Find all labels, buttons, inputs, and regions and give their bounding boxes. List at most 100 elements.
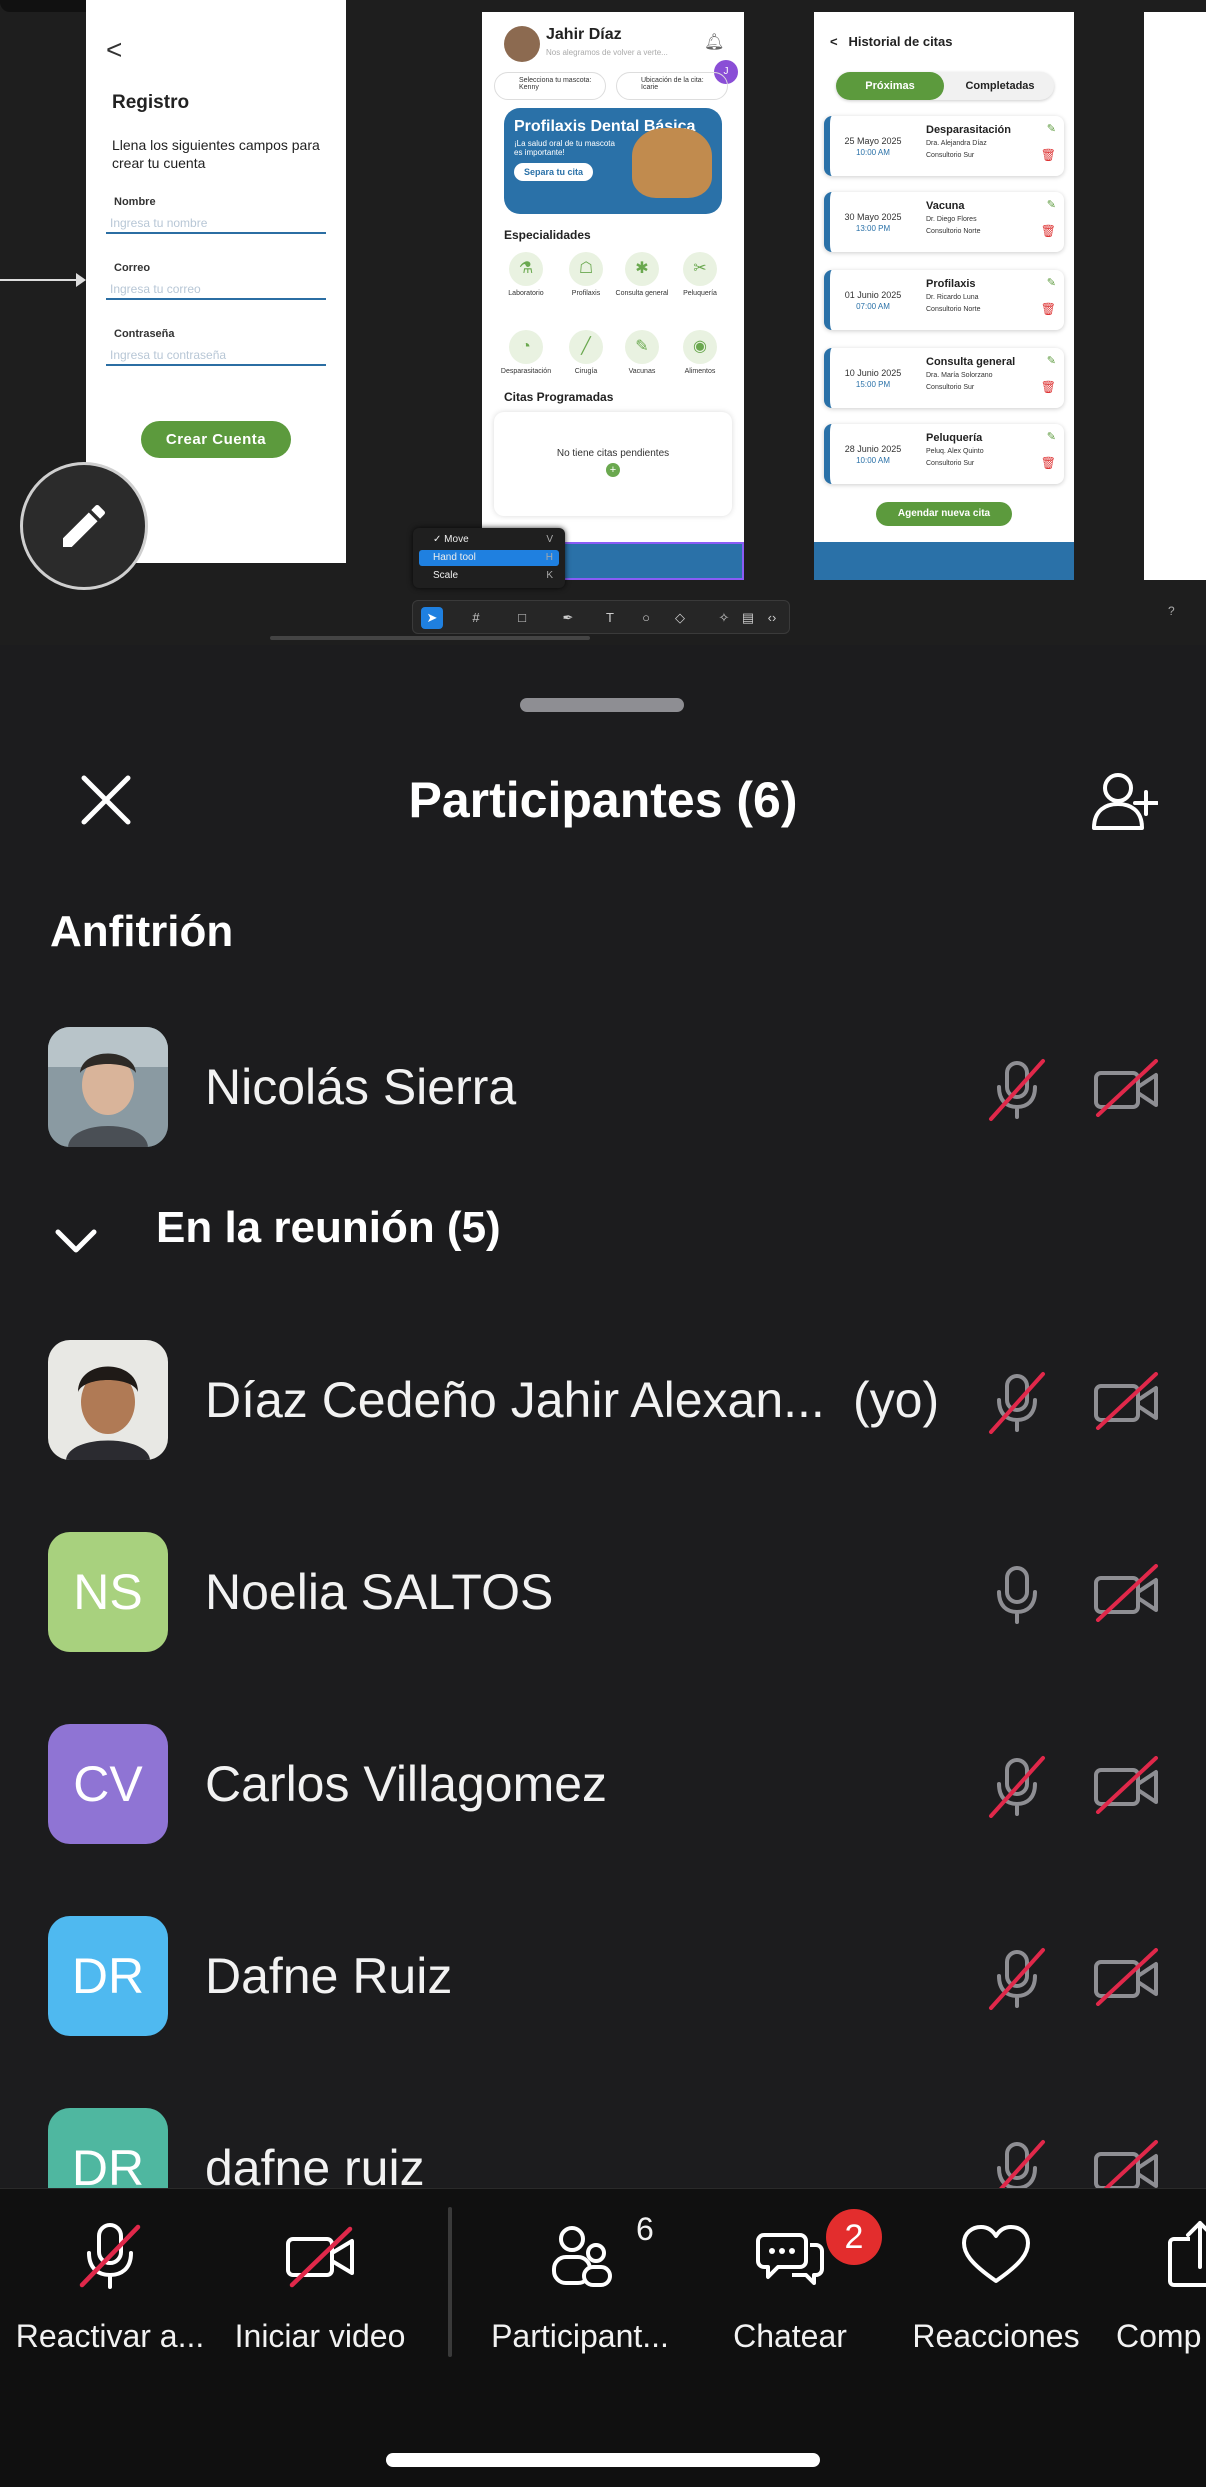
tool-label: Scale bbox=[433, 570, 459, 581]
appointment-date: 28 Junio 2025 bbox=[844, 444, 902, 454]
dog-image bbox=[632, 128, 712, 198]
appointment-place: Consultorio Sur bbox=[926, 152, 975, 159]
trash-icon: 🗑︎ bbox=[1040, 456, 1056, 470]
home-user-name: Jahir Díaz bbox=[546, 26, 622, 43]
prototype-arrow bbox=[0, 279, 82, 281]
specialty-peluqueria: ✂ Peluquería bbox=[672, 252, 728, 297]
avatar-initials: NS bbox=[73, 1564, 143, 1620]
tool-hand: Hand tool H bbox=[419, 550, 559, 566]
toolbar-label: Comp bbox=[1116, 2318, 1202, 2354]
meeting-section-label[interactable]: En la reunión (5) bbox=[156, 1202, 501, 1254]
specialty-label: Vacunas bbox=[628, 368, 656, 375]
appointment-doctor: Dra. Alejandra Díaz bbox=[926, 140, 987, 147]
trash-icon: 🗑︎ bbox=[1040, 302, 1056, 316]
bell-icon: 🔔︎ bbox=[704, 34, 725, 51]
avatar-initials: DR bbox=[71, 2140, 145, 2188]
annotate-pencil-button[interactable] bbox=[20, 462, 148, 590]
participant-row-host[interactable]: Nicolás Sierra bbox=[0, 1027, 1206, 1147]
scheduled-title: Citas Programadas bbox=[504, 390, 614, 404]
tool-label: Hand tool bbox=[433, 552, 476, 563]
pet-select: Selecciona tu mascota: Kenny bbox=[494, 72, 606, 100]
chevron-down-icon[interactable] bbox=[54, 1226, 98, 1256]
specialty-label: Alimentos bbox=[684, 368, 716, 375]
video-off-icon bbox=[1094, 1564, 1158, 1622]
pen-tool-icon: ✒ bbox=[562, 610, 574, 625]
appointment-time: 13:00 PM bbox=[855, 224, 891, 233]
participant-row[interactable]: NS Noelia SALTOS bbox=[0, 1532, 1206, 1652]
participant-name: Noelia SALTOS bbox=[205, 1564, 554, 1620]
participants-count: 6 bbox=[636, 2211, 654, 2247]
tool-menu: ✓ Move V Hand tool H Scale K bbox=[413, 528, 565, 588]
specialty-profilaxis: ☖ Profilaxis bbox=[558, 252, 614, 297]
reactions-button[interactable]: Reacciones bbox=[896, 2219, 1096, 2359]
edit-icon: ✎ bbox=[1046, 123, 1056, 135]
video-off-icon bbox=[1094, 1756, 1158, 1814]
separa-cita-button: Separa tu cita bbox=[514, 163, 594, 181]
video-off-icon bbox=[1094, 2140, 1158, 2188]
specialties-title: Especialidades bbox=[504, 228, 591, 242]
participant-row-self[interactable]: Díaz Cedeño Jahir Alexan... (yo) bbox=[0, 1340, 1206, 1460]
toolbar-divider bbox=[448, 2207, 452, 2357]
participant-name: Dafne Ruiz bbox=[205, 1948, 453, 2004]
help-icon: ? bbox=[1168, 604, 1175, 618]
start-video-button[interactable]: Iniciar video bbox=[220, 2219, 420, 2359]
tab-completadas: Completadas bbox=[965, 80, 1035, 92]
mic-icon bbox=[997, 1566, 1037, 1624]
syringe-icon: ✎ bbox=[625, 330, 659, 364]
tool-key: H bbox=[545, 552, 553, 563]
participant-row[interactable]: CV Carlos Villagomez bbox=[0, 1724, 1206, 1844]
appointment-card: 30 Mayo 2025 13:00 PM Vacuna Dr. Diego Fl… bbox=[824, 192, 1064, 252]
appointment-place: Consultorio Sur bbox=[926, 384, 975, 391]
mic-muted-icon bbox=[989, 1948, 1045, 2010]
share-button[interactable]: Comp bbox=[1116, 2219, 1206, 2359]
specialty-label: Laboratorio bbox=[508, 290, 544, 297]
participant-row[interactable]: DR Dafne Ruiz bbox=[0, 1916, 1206, 2036]
participant-name: Carlos Villagomez bbox=[205, 1756, 608, 1812]
avatar-initials: CV bbox=[73, 1756, 143, 1812]
shape-tool-icon: □ bbox=[518, 610, 526, 625]
shared-screen: < Registro Llena los siguientes campos p… bbox=[0, 0, 1206, 645]
appointment-name: Vacuna bbox=[926, 200, 965, 212]
comb-icon: ✂ bbox=[683, 252, 717, 286]
paw-icon: ✱ bbox=[625, 252, 659, 286]
specialty-label: Peluquería bbox=[683, 290, 717, 297]
home-user-subtitle: Nos alegramos de volver a verte... bbox=[546, 48, 668, 57]
participant-name: Nicolás Sierra bbox=[205, 1059, 517, 1115]
appointment-card: 28 Junio 2025 10:00 AM Peluquería Peluq. … bbox=[824, 424, 1064, 484]
heart-icon bbox=[962, 2225, 1030, 2283]
meeting-toolbar: Reactivar a... Iniciar video Participant… bbox=[0, 2188, 1206, 2487]
toolbar-label: Participant... bbox=[491, 2318, 669, 2354]
edit-icon: ✎ bbox=[1046, 199, 1056, 211]
tool-key: V bbox=[546, 534, 553, 545]
specialty-label: Consulta general bbox=[615, 290, 669, 297]
avatar-initials: DR bbox=[71, 1948, 145, 2004]
specialty-label: Profilaxis bbox=[571, 290, 601, 297]
text-tool-icon: T bbox=[606, 610, 614, 625]
pencil-icon bbox=[63, 504, 106, 547]
appointment-place: Consultorio Norte bbox=[926, 306, 981, 313]
participant-row[interactable]: DR dafne ruiz bbox=[0, 2108, 1206, 2188]
sheet-grabber[interactable] bbox=[520, 698, 684, 712]
pet-select-label: Selecciona tu mascota: bbox=[519, 77, 592, 84]
design-toolbar: ➤ # □ ✒ T ○ ◇ ✧ ▤ ‹› bbox=[412, 600, 790, 634]
tab-proximas: Próximas bbox=[836, 72, 944, 100]
invite-button[interactable] bbox=[1090, 770, 1159, 834]
scalpel-icon: ╱ bbox=[569, 330, 603, 364]
components-tool-icon: ◇ bbox=[675, 610, 685, 625]
toolbar-label: Chatear bbox=[733, 2318, 847, 2354]
pet-select-value: Kenny bbox=[519, 84, 539, 91]
appointment-time: 15:00 PM bbox=[855, 380, 891, 389]
host-section-label: Anfitrión bbox=[50, 907, 234, 956]
video-off-icon bbox=[1094, 1372, 1158, 1430]
flask-icon: ⚗ bbox=[509, 252, 543, 286]
participant-name: Díaz Cedeño Jahir Alexan... bbox=[205, 1372, 825, 1428]
appointment-card: 10 Junio 2025 15:00 PM Consulta general D… bbox=[824, 348, 1064, 408]
tool-key: K bbox=[546, 570, 553, 581]
mic-muted-icon bbox=[989, 1372, 1045, 1434]
tool-move: ✓ Move V bbox=[419, 532, 559, 548]
unmute-button[interactable]: Reactivar a... bbox=[10, 2219, 210, 2359]
participant-name: dafne ruiz bbox=[205, 2140, 425, 2188]
appointment-date: 10 Junio 2025 bbox=[844, 368, 902, 378]
mic-off-icon bbox=[79, 2223, 141, 2289]
back-icon: < bbox=[106, 34, 123, 65]
